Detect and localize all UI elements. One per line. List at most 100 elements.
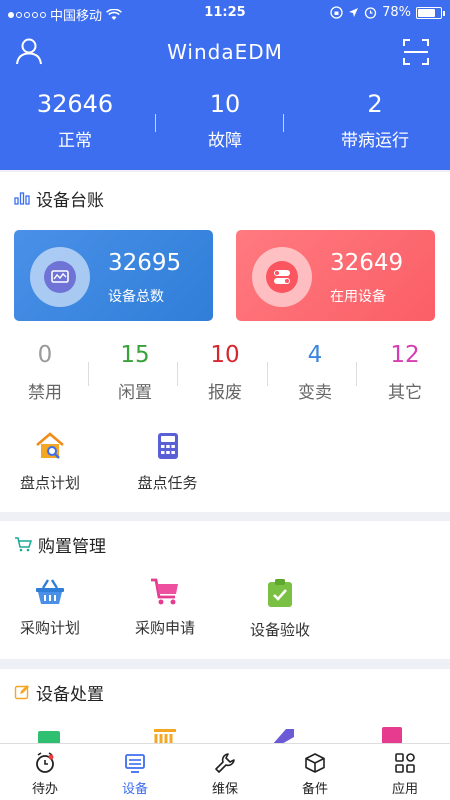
divider	[267, 362, 268, 386]
calculator-icon	[157, 433, 178, 459]
divider	[356, 362, 357, 386]
count-value: 12	[390, 342, 420, 368]
total-devices-card[interactable]: 32695 设备总数	[14, 230, 213, 321]
status-counts: 0 禁用 15 闲置 10 报废 4 变卖 12 其它	[0, 340, 450, 410]
divider	[155, 114, 156, 132]
stat-normal[interactable]: 32646 正常	[0, 86, 150, 160]
location-icon	[349, 8, 359, 17]
action-label: 盘点任务	[137, 474, 198, 492]
action-label: 采购申请	[134, 619, 195, 637]
purchase-plan-button[interactable]: 采购计划	[0, 577, 100, 640]
alarm-icon	[36, 752, 54, 773]
tab-label: 应用	[391, 782, 418, 797]
inventory-plan-button[interactable]: 盘点计划	[0, 430, 100, 493]
apps-icon	[395, 753, 415, 773]
action-label: 设备验收	[249, 621, 310, 639]
status-stats: 32646 正常 10 故障 2 带病运行	[0, 86, 450, 160]
wrench-icon	[215, 753, 235, 773]
count-label: 禁用	[28, 383, 62, 403]
divider	[283, 114, 284, 132]
alarm-clock-icon	[364, 7, 377, 19]
tab-spare-parts[interactable]: 备件	[270, 744, 360, 800]
card-label: 在用设备	[330, 289, 386, 305]
disposal-section: 设备处置	[0, 669, 450, 743]
count-label: 变卖	[298, 383, 332, 403]
tab-label: 备件	[301, 782, 328, 797]
count-value: 10	[210, 342, 240, 368]
tab-apps[interactable]: 应用	[360, 744, 450, 800]
card-value: 32695	[108, 250, 182, 276]
tab-label: 维保	[211, 782, 238, 797]
device-acceptance-button[interactable]: 设备验收	[230, 577, 330, 640]
divider	[88, 362, 89, 386]
ledger-section: 设备台账 32695 设备总数 32649 在用设备 0 禁用 15 闲置 10…	[0, 172, 450, 512]
stat-sick-running[interactable]: 2 带病运行	[300, 86, 450, 160]
scan-icon[interactable]	[402, 38, 430, 66]
summary-cards: 32695 设备总数 32649 在用设备	[14, 230, 436, 322]
disposal-icon-4[interactable]	[380, 725, 404, 743]
action-label: 采购计划	[19, 619, 80, 637]
stat-value: 32646	[36, 90, 114, 118]
box-icon	[305, 753, 325, 773]
bottom-tab-bar: 待办 设备 维保 备件 应用	[0, 743, 450, 800]
ledger-actions: 盘点计划 盘点任务	[0, 430, 450, 493]
card-icon-circle	[252, 247, 312, 307]
purchase-request-button[interactable]: 采购申请	[100, 577, 230, 640]
tab-maintenance[interactable]: 维保	[180, 744, 270, 800]
app-title: WindaEDM	[167, 40, 283, 64]
count-label: 报废	[208, 383, 242, 403]
divider	[177, 362, 178, 386]
purchase-section: 购置管理 采购计划 采购申请 设备验收	[0, 521, 450, 659]
count-label: 闲置	[118, 383, 152, 403]
count-value: 0	[37, 342, 53, 368]
edit-icon	[14, 685, 29, 700]
disposal-icon-1[interactable]	[36, 727, 62, 743]
stat-label: 带病运行	[341, 131, 409, 151]
count-idle[interactable]: 15 闲置	[90, 340, 180, 410]
cart-outline-icon	[15, 537, 32, 552]
count-sold[interactable]: 4 变卖	[270, 340, 360, 410]
section-title: 购置管理	[38, 536, 106, 557]
count-scrapped[interactable]: 10 报废	[180, 340, 270, 410]
count-value: 15	[120, 342, 150, 368]
battery-icon	[416, 6, 445, 19]
section-header: 设备台账	[0, 172, 450, 224]
count-disabled[interactable]: 0 禁用	[0, 340, 90, 410]
tab-device[interactable]: 设备	[90, 744, 180, 800]
section-title: 设备处置	[36, 684, 104, 705]
battery-percent: 78%	[382, 5, 411, 20]
status-right: 78%	[330, 5, 445, 20]
card-icon-circle	[30, 247, 90, 307]
in-use-devices-card[interactable]: 32649 在用设备	[236, 230, 435, 321]
device-icon	[125, 754, 145, 773]
inventory-task-button[interactable]: 盘点任务	[100, 430, 235, 493]
clipboard-check-icon	[268, 579, 292, 607]
bar-chart-icon	[14, 192, 30, 205]
count-value: 4	[307, 342, 323, 368]
tab-label: 待办	[31, 782, 58, 797]
section-title: 设备台账	[36, 190, 104, 211]
status-bar: 中国移动 11:25 78%	[0, 0, 450, 26]
stat-fault[interactable]: 10 故障	[150, 86, 300, 160]
stat-label: 正常	[58, 131, 92, 151]
count-label: 其它	[388, 383, 422, 403]
card-value: 32649	[330, 250, 404, 276]
orientation-lock-icon	[330, 6, 343, 19]
action-label: 盘点计划	[19, 474, 80, 492]
section-header: 购置管理	[0, 521, 450, 567]
house-search-icon	[36, 432, 64, 459]
nav-bar: WindaEDM	[0, 30, 450, 74]
tab-todo[interactable]: 待办	[0, 744, 90, 800]
stat-value: 10	[209, 90, 241, 118]
toggle-icon	[266, 261, 298, 293]
disposal-icon-3[interactable]	[268, 725, 296, 743]
monitor-icon	[44, 261, 76, 293]
stat-value: 2	[367, 90, 383, 118]
basket-icon	[36, 579, 64, 604]
stat-label: 故障	[208, 131, 242, 151]
tab-label: 设备	[121, 782, 148, 797]
count-other[interactable]: 12 其它	[360, 340, 450, 410]
card-label: 设备总数	[108, 289, 164, 305]
purchase-actions: 采购计划 采购申请 设备验收	[0, 577, 450, 640]
disposal-icon-2[interactable]	[152, 727, 178, 743]
